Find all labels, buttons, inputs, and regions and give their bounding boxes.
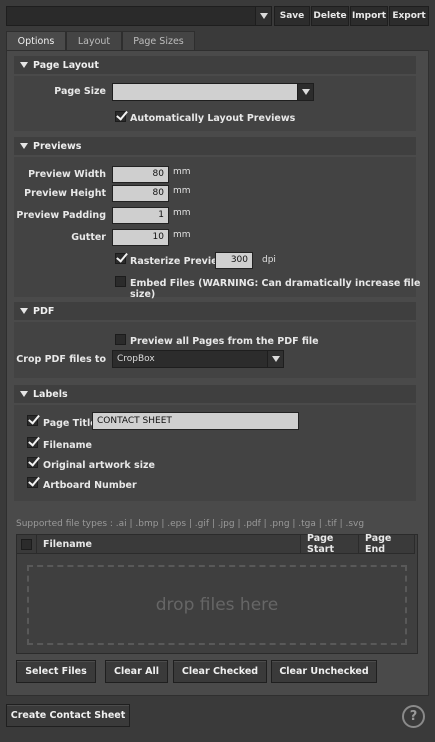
clear-all-button[interactable]: Clear All: [105, 660, 168, 683]
supported-file-types: Supported file types : .ai | .bmp | .eps…: [16, 519, 365, 529]
filename-checkbox[interactable]: [27, 437, 38, 448]
caret-down-icon: [20, 143, 28, 149]
preview-height-unit: mm: [173, 186, 191, 196]
preview-height-label: Preview Height: [24, 188, 106, 199]
delete-button[interactable]: Delete: [311, 6, 349, 26]
preview-height-input[interactable]: 80: [112, 185, 169, 202]
section-title: PDF: [33, 305, 55, 317]
page-size-dropdown[interactable]: [112, 83, 314, 101]
import-button[interactable]: Import: [350, 6, 388, 26]
preview-width-input[interactable]: 80: [112, 166, 169, 183]
page-title-input[interactable]: CONTACT SHEET: [92, 412, 299, 430]
section-pdf-header[interactable]: PDF: [14, 302, 416, 320]
preview-width-unit: mm: [173, 167, 191, 177]
preview-width-label: Preview Width: [28, 169, 106, 180]
gutter-input[interactable]: 10: [112, 229, 169, 246]
caret-down-icon: [20, 62, 28, 68]
dpi-input[interactable]: 300: [215, 252, 253, 269]
preview-padding-label: Preview Padding: [16, 210, 106, 221]
clear-unchecked-button[interactable]: Clear Unchecked: [271, 660, 377, 683]
preview-padding-unit: mm: [173, 208, 191, 218]
export-button[interactable]: Export: [389, 6, 429, 26]
chevron-down-icon[interactable]: [255, 7, 271, 25]
caret-down-icon: [20, 308, 28, 314]
select-all-checkbox[interactable]: [21, 538, 32, 550]
chevron-down-icon[interactable]: [297, 84, 313, 100]
column-filename[interactable]: Filename: [37, 535, 301, 554]
section-labels-header[interactable]: Labels: [14, 385, 416, 403]
page-size-label: Page Size: [54, 86, 106, 97]
section-title: Previews: [33, 140, 82, 152]
section-page-layout-header[interactable]: Page Layout: [14, 56, 416, 74]
tab-page-sizes[interactable]: Page Sizes: [122, 31, 195, 50]
preview-all-pages-label: Preview all Pages from the PDF file: [130, 336, 319, 347]
select-files-button[interactable]: Select Files: [16, 660, 96, 683]
preview-padding-input[interactable]: 1: [112, 207, 169, 224]
create-contact-sheet-button[interactable]: Create Contact Sheet: [6, 704, 130, 727]
save-button[interactable]: Save: [274, 6, 310, 26]
chevron-down-icon[interactable]: [267, 351, 283, 367]
preview-all-pages-checkbox[interactable]: [115, 334, 126, 345]
filename-label: Filename: [43, 440, 92, 451]
artboard-number-label: Artboard Number: [43, 480, 137, 491]
embed-files-label: Embed Files (WARNING: Can dramatically i…: [130, 278, 421, 300]
gutter-label: Gutter: [71, 232, 106, 243]
dpi-unit: dpi: [262, 255, 276, 265]
section-title: Labels: [33, 388, 68, 400]
crop-pdf-label: Crop PDF files to: [16, 354, 106, 365]
clear-checked-button[interactable]: Clear Checked: [173, 660, 267, 683]
help-icon[interactable]: ?: [402, 705, 425, 728]
column-page-end[interactable]: Page End: [359, 533, 415, 555]
tab-layout[interactable]: Layout: [66, 31, 122, 50]
section-title: Page Layout: [33, 59, 99, 71]
crop-pdf-dropdown[interactable]: CropBox: [112, 350, 284, 368]
section-previews-header[interactable]: Previews: [14, 137, 416, 155]
page-title-label: Page Title: [43, 418, 97, 429]
select-all-header[interactable]: [17, 535, 37, 554]
rasterize-checkbox[interactable]: [115, 253, 126, 264]
artboard-number-checkbox[interactable]: [27, 477, 38, 488]
drop-zone[interactable]: drop files here: [27, 565, 407, 645]
gutter-unit: mm: [173, 230, 191, 240]
auto-layout-label: Automatically Layout Previews: [130, 113, 296, 124]
artwork-size-label: Original artwork size: [43, 460, 155, 471]
tab-options[interactable]: Options: [6, 31, 66, 51]
page-title-checkbox[interactable]: [27, 415, 38, 426]
file-table: Filename Page Start Page End drop files …: [16, 533, 418, 654]
embed-files-checkbox[interactable]: [115, 276, 126, 287]
preset-dropdown[interactable]: [6, 6, 272, 26]
auto-layout-checkbox[interactable]: [115, 111, 126, 122]
column-page-start[interactable]: Page Start: [301, 533, 359, 555]
crop-pdf-value: CropBox: [117, 354, 155, 364]
artwork-size-checkbox[interactable]: [27, 457, 38, 468]
caret-down-icon: [20, 391, 28, 397]
